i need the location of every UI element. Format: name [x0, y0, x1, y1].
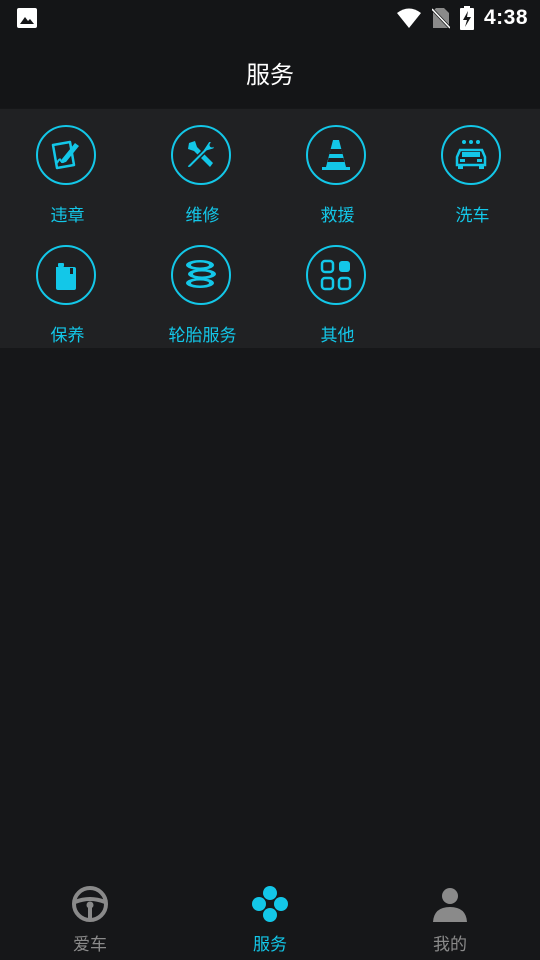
service-maintenance[interactable]: 保养 [0, 229, 135, 346]
tires-icon [186, 260, 216, 288]
service-violation[interactable]: 违章 [0, 109, 135, 226]
tab-mine[interactable]: 我的 [360, 870, 540, 960]
service-label: 维修 [185, 206, 220, 226]
service-icon-circle [36, 245, 96, 305]
status-bar: 4:38 [0, 0, 540, 36]
service-tires[interactable]: 轮胎服务 [135, 229, 270, 346]
service-icon-circle [441, 125, 501, 185]
service-label: 其他 [320, 326, 355, 346]
oil-can-icon [56, 263, 76, 290]
service-rescue[interactable]: 救援 [270, 109, 405, 226]
service-repair[interactable]: 维修 [135, 109, 270, 226]
service-icon-circle [171, 125, 231, 185]
tab-label: 服务 [253, 935, 287, 955]
grid-apps-icon [320, 259, 352, 291]
car-wash-icon [455, 140, 487, 169]
service-label: 违章 [50, 206, 85, 226]
service-label: 洗车 [455, 206, 490, 226]
repair-tools-icon [186, 140, 216, 169]
clock-time: 4:38 [483, 6, 528, 29]
tab-label: 我的 [433, 935, 467, 955]
service-icon-circle [36, 125, 96, 185]
service-label: 保养 [50, 326, 85, 346]
clover-icon [252, 886, 288, 922]
service-label: 救援 [320, 206, 355, 226]
tab-services[interactable]: 服务 [180, 870, 360, 960]
service-icon-circle [171, 245, 231, 305]
service-icon-circle [306, 245, 366, 305]
tab-label: 爱车 [73, 935, 107, 955]
service-label: 轮胎服务 [168, 326, 237, 346]
bottom-tab-bar: 爱车 服务 我的 [0, 870, 540, 960]
service-grid: 违章 维修 救援 洗车 保养 轮胎服务 其他 [0, 109, 540, 348]
service-icon-circle [306, 125, 366, 185]
person-icon [433, 888, 467, 922]
violation-icon [51, 140, 79, 170]
title-bar: 服务 [0, 36, 540, 108]
page-title: 服务 [246, 60, 294, 89]
no-sim-icon [431, 7, 450, 29]
image-icon [17, 8, 37, 28]
wifi-icon [396, 8, 421, 28]
tab-my-car[interactable]: 爱车 [0, 870, 180, 960]
battery-charging-icon [459, 6, 474, 30]
traffic-cone-icon [322, 140, 350, 170]
service-car-wash[interactable]: 洗车 [405, 109, 540, 226]
steering-wheel-icon [72, 886, 108, 922]
service-other[interactable]: 其他 [270, 229, 405, 346]
